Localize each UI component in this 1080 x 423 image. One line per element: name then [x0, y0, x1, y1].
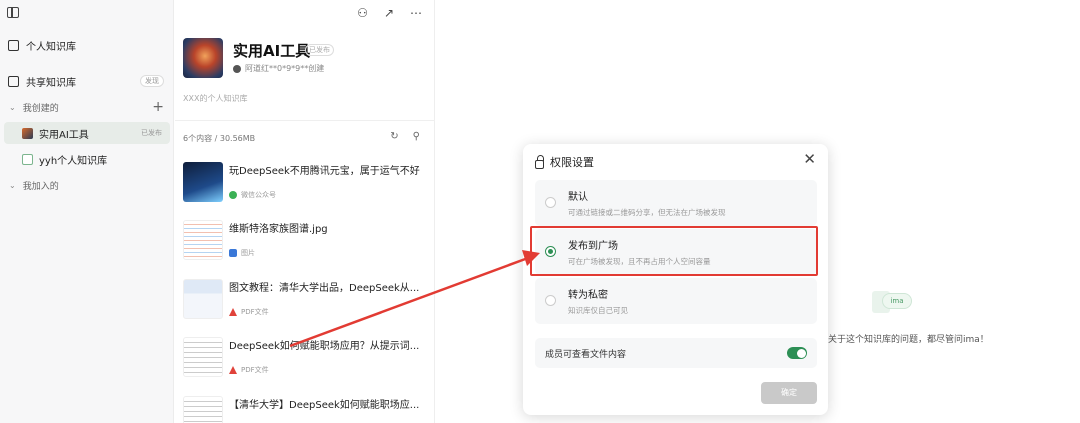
dialog-title: 权限设置 — [550, 156, 594, 169]
item-thumbnail — [183, 396, 223, 423]
kb-thumbnail — [22, 127, 33, 139]
creator-avatar-icon — [233, 64, 241, 73]
book-icon — [8, 39, 19, 51]
group-label: 我创建的 — [22, 103, 59, 114]
confirm-button[interactable]: 确定 — [761, 382, 817, 404]
sidebar-item-label: 个人知识库 — [26, 41, 76, 53]
refresh-icon[interactable]: ↻ — [390, 131, 398, 142]
option-default[interactable]: 默认 可通过链接或二维码分享，但无法在广场被发现 — [535, 180, 817, 226]
toggle-label: 成员可查看文件内容 — [545, 350, 627, 360]
member-view-setting: 成员可查看文件内容 — [535, 338, 817, 368]
sidebar-item-shared-kb[interactable]: 共享知识库 发现 — [0, 70, 174, 92]
kb-description: XXX的个人知识库 — [183, 94, 248, 103]
kb-avatar — [183, 38, 223, 78]
sidebar-group-my-joined[interactable]: ⌄ 我加入的 — [0, 174, 174, 196]
item-source: 图片 — [241, 249, 255, 257]
sidebar-toggle-icon[interactable] — [7, 7, 19, 18]
item-meta: 微信公众号 — [229, 190, 276, 200]
add-kb-icon[interactable]: + — [152, 99, 164, 115]
sidebar-item-kb-yyh[interactable]: yyh个人知识库 — [0, 148, 174, 170]
ima-illustration: ima — [868, 287, 914, 317]
radio-default[interactable] — [545, 197, 556, 208]
item-title: 玩DeepSeek不用腾讯元宝，属于运气不好 — [229, 166, 420, 177]
item-source: PDF文件 — [241, 366, 269, 374]
item-source: 微信公众号 — [241, 191, 276, 199]
kb-thumbnail — [22, 153, 33, 165]
share-icon[interactable]: ↗ — [384, 6, 394, 20]
permission-dialog: 权限设置 ✕ 默认 可通过链接或二维码分享，但无法在广场被发现 发布到广场 可在… — [523, 144, 828, 415]
item-title: 【清华大学】DeepSeek如何赋能职场应... — [229, 400, 420, 411]
kb-actions: ⚇ ↗ ⋯ — [357, 6, 422, 20]
highlight-box — [530, 226, 818, 276]
content-count: 6个内容 / 30.56MB — [183, 134, 256, 143]
image-icon — [229, 249, 237, 257]
kb-panel: ⚇ ↗ ⋯ 实用AI工具 已发布 阿道红**0*9*9**创建 XXX的个人知识… — [175, 0, 435, 423]
item-title: 维斯特洛家族图谱.jpg — [229, 224, 328, 235]
pdf-icon — [229, 366, 237, 374]
item-thumbnail — [183, 162, 223, 202]
sidebar-group-my-created[interactable]: ⌄ 我创建的 + — [0, 96, 174, 118]
item-meta: PDF文件 — [229, 365, 269, 375]
item-source: PDF文件 — [241, 308, 269, 316]
radio-private[interactable] — [545, 295, 556, 306]
sidebar-item-kb-ai-tools[interactable]: 实用AI工具 已发布 — [4, 122, 170, 144]
wechat-icon — [229, 191, 237, 199]
option-desc: 知识库仅自己可见 — [568, 306, 628, 315]
shared-book-icon — [8, 75, 19, 87]
item-thumbnail — [183, 337, 223, 377]
lock-icon — [535, 154, 544, 169]
option-private[interactable]: 转为私密 知识库仅自己可见 — [535, 278, 817, 324]
item-title: 图文教程：清华大学出品，DeepSeek从... — [229, 283, 420, 294]
option-label: 默认 — [568, 192, 588, 203]
chevron-down-icon: ⌄ — [9, 180, 16, 190]
members-icon[interactable]: ⚇ — [357, 6, 368, 20]
search-icon[interactable]: ⚲ — [413, 131, 420, 142]
list-item[interactable]: DeepSeek如何赋能职场应用？从提示词... PDF文件 — [183, 337, 433, 381]
item-thumbnail — [183, 220, 223, 260]
chevron-down-icon: ⌄ — [9, 102, 16, 112]
list-tools: ↻ ⚲ — [390, 131, 420, 142]
item-meta: 图片 — [229, 248, 255, 258]
discover-tag[interactable]: 发现 — [140, 75, 164, 87]
item-meta: PDF文件 — [229, 307, 269, 317]
sidebar: 个人知识库 共享知识库 发现 ⌄ 我创建的 + 实用AI工具 已发布 yyh个人… — [0, 0, 174, 423]
option-label: 转为私密 — [568, 290, 608, 301]
published-tag: 已发布 — [141, 129, 162, 137]
divider — [175, 120, 435, 121]
member-view-toggle[interactable] — [787, 347, 807, 359]
kb-creator: 阿道红**0*9*9**创建 — [233, 63, 324, 74]
sidebar-item-label: 实用AI工具 — [39, 129, 89, 141]
sidebar-item-label: 共享知识库 — [26, 77, 76, 89]
sidebar-item-label: yyh个人知识库 — [39, 155, 108, 167]
kb-title: 实用AI工具 — [233, 42, 311, 60]
list-item[interactable]: 维斯特洛家族图谱.jpg 图片 — [183, 220, 433, 264]
option-desc: 可通过链接或二维码分享，但无法在广场被发现 — [568, 208, 726, 217]
pdf-icon — [229, 308, 237, 316]
creator-text: 阿道红**0*9*9**创建 — [245, 64, 325, 73]
ima-logo: ima — [882, 293, 912, 309]
published-tag: 已发布 — [305, 44, 334, 56]
close-icon[interactable]: ✕ — [803, 150, 816, 168]
ask-ima-hint: 关于这个知识库的问题，都尽管问ima！ — [828, 335, 989, 345]
more-icon[interactable]: ⋯ — [410, 6, 422, 20]
list-item[interactable]: 【清华大学】DeepSeek如何赋能职场应... — [183, 396, 433, 423]
list-item[interactable]: 图文教程：清华大学出品，DeepSeek从... PDF文件 — [183, 279, 433, 323]
sidebar-item-personal-kb[interactable]: 个人知识库 — [0, 34, 174, 56]
dialog-header: 权限设置 — [535, 154, 594, 170]
list-item[interactable]: 玩DeepSeek不用腾讯元宝，属于运气不好 微信公众号 — [183, 162, 433, 206]
group-label: 我加入的 — [22, 181, 59, 192]
item-title: DeepSeek如何赋能职场应用？从提示词... — [229, 341, 420, 352]
item-thumbnail — [183, 279, 223, 319]
